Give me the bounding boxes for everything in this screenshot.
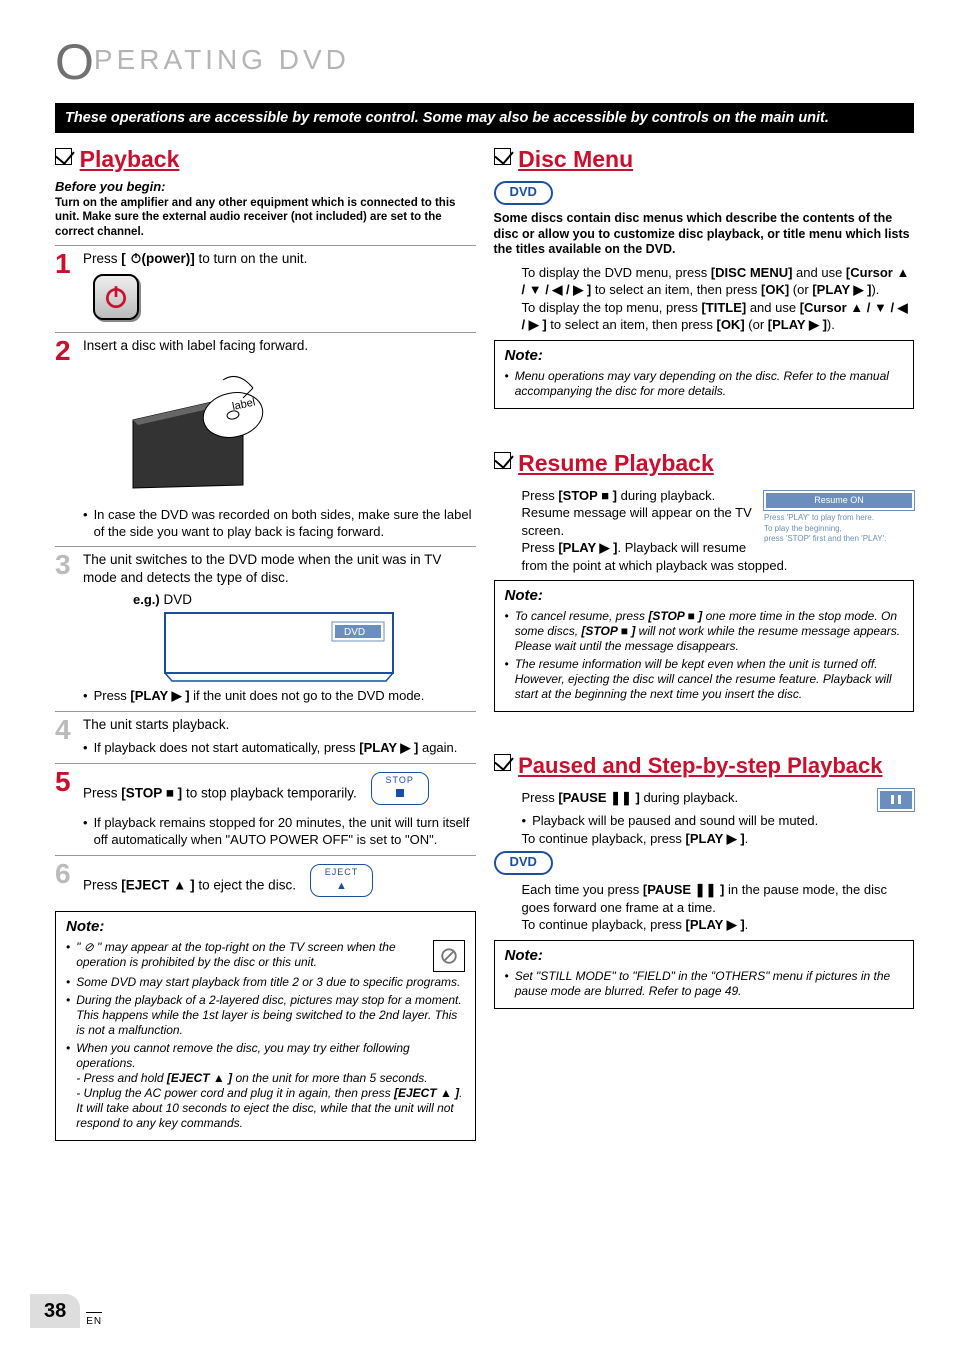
right-column: Disc Menu DVD Some discs contain disc me…: [494, 145, 915, 1161]
pause-osd: [878, 789, 914, 811]
prohibit-icon-box: [433, 940, 465, 972]
step-number: 6: [55, 860, 77, 901]
tv-screen-illustration: DVD: [164, 612, 394, 682]
power-icon: [103, 284, 129, 310]
step-body: Insert a disc with label facing forward.…: [83, 337, 476, 541]
step2-bullet: •In case the DVD was recorded on both si…: [83, 507, 476, 541]
power-button-illustration: [93, 274, 139, 320]
stop-button-illustration: STOP: [371, 772, 429, 805]
section-disc-menu-title: Disc Menu: [518, 145, 633, 175]
page-lang: EN: [86, 1312, 102, 1328]
power-icon-small: [130, 252, 142, 264]
section-playback-title: Playback: [80, 145, 180, 175]
check-icon: [494, 452, 511, 469]
playback-intro: Turn on the amplifier and any other equi…: [55, 196, 476, 239]
step-number: 1: [55, 250, 77, 326]
note-label: Note:: [505, 347, 904, 366]
playback-note: Note: • " ⊘ " may appear at the top-righ…: [55, 911, 476, 1141]
prohibit-icon: [440, 947, 458, 965]
step-body: The unit switches to the DVD mode when t…: [83, 551, 476, 705]
pause-body-2: Each time you press [PAUSE ❚❚ ] in the p…: [494, 881, 915, 934]
step-2: 2 Insert a disc with label facing forwar…: [55, 332, 476, 541]
step-body: Press [STOP ■ ] to stop playback tempora…: [83, 768, 476, 849]
disc-menu-intro: Some discs contain disc menus which desc…: [494, 211, 915, 258]
page-number: 38: [30, 1294, 80, 1328]
step-body: Press [ (power)] to turn on the unit.: [83, 250, 476, 326]
section-resume-title: Resume Playback: [518, 449, 714, 479]
before-you-begin: Before you begin:: [55, 179, 476, 196]
resume-osd-title: Resume ON: [764, 491, 914, 511]
chapter-rest: PERATING DVD: [94, 44, 350, 75]
disc-menu-instructions: To display the DVD menu, press [DISC MEN…: [494, 264, 915, 334]
step-3: 3 The unit switches to the DVD mode when…: [55, 546, 476, 705]
dvd-pill: DVD: [494, 851, 553, 875]
dvd-pill: DVD: [494, 181, 553, 205]
pause-note: Note: •Set "STILL MODE" to "FIELD" in th…: [494, 940, 915, 1009]
section-pause: Paused and Step-by-step Playback Press […: [494, 752, 915, 1009]
osd-dvd-label: DVD: [344, 627, 365, 638]
section-resume: Resume Playback Resume ON Press 'PLAY' t…: [494, 449, 915, 712]
disc-insert-illustration: label: [123, 360, 313, 490]
disc-menu-note: Note: •Menu operations may vary dependin…: [494, 340, 915, 409]
step3-bullet: •Press [PLAY ▶ ] if the unit does not go…: [83, 688, 476, 705]
step-number: 4: [55, 716, 77, 756]
chapter-initial: O: [55, 34, 94, 90]
note-label: Note:: [66, 918, 465, 937]
remote-control-notice: These operations are accessible by remot…: [55, 103, 914, 133]
check-icon: [55, 148, 72, 165]
step-number: 3: [55, 551, 77, 705]
chapter-title: OPERATING DVD: [55, 30, 914, 95]
check-icon: [494, 754, 511, 771]
step-body: The unit starts playback. •If playback d…: [83, 716, 476, 756]
page-footer: 38 EN: [30, 1294, 102, 1328]
step-number: 2: [55, 337, 77, 541]
pause-body-1: Press [PAUSE ❚❚ ] during playback. •Play…: [494, 789, 915, 848]
step-5: 5 Press [STOP ■ ] to stop playback tempo…: [55, 763, 476, 849]
step-1: 1 Press [ (power)] to turn on the unit.: [55, 245, 476, 326]
note-label: Note:: [505, 947, 904, 966]
stop-button-label: STOP: [386, 775, 414, 787]
step4-bullet: •If playback does not start automaticall…: [83, 740, 476, 757]
left-column: Playback Before you begin: Turn on the a…: [55, 145, 476, 1161]
step-number: 5: [55, 768, 77, 849]
note-label: Note:: [505, 587, 904, 606]
section-pause-title: Paused and Step-by-step Playback: [518, 752, 882, 781]
resume-note: Note: •To cancel resume, press [STOP ■ ]…: [494, 580, 915, 712]
check-icon: [494, 148, 511, 165]
step-body: Press [EJECT ▲ ] to eject the disc. EJEC…: [83, 860, 476, 901]
step5-bullet: •If playback remains stopped for 20 minu…: [83, 815, 476, 849]
step-4: 4 The unit starts playback. •If playback…: [55, 711, 476, 756]
resume-body: Resume ON Press 'PLAY' to play from here…: [494, 487, 915, 575]
eject-button-label: EJECT: [325, 867, 359, 879]
section-disc-menu: Disc Menu DVD Some discs contain disc me…: [494, 145, 915, 409]
resume-osd: Resume ON Press 'PLAY' to play from here…: [764, 491, 914, 545]
eject-button-illustration: EJECT ▲: [310, 864, 374, 897]
step-6: 6 Press [EJECT ▲ ] to eject the disc. EJ…: [55, 855, 476, 901]
